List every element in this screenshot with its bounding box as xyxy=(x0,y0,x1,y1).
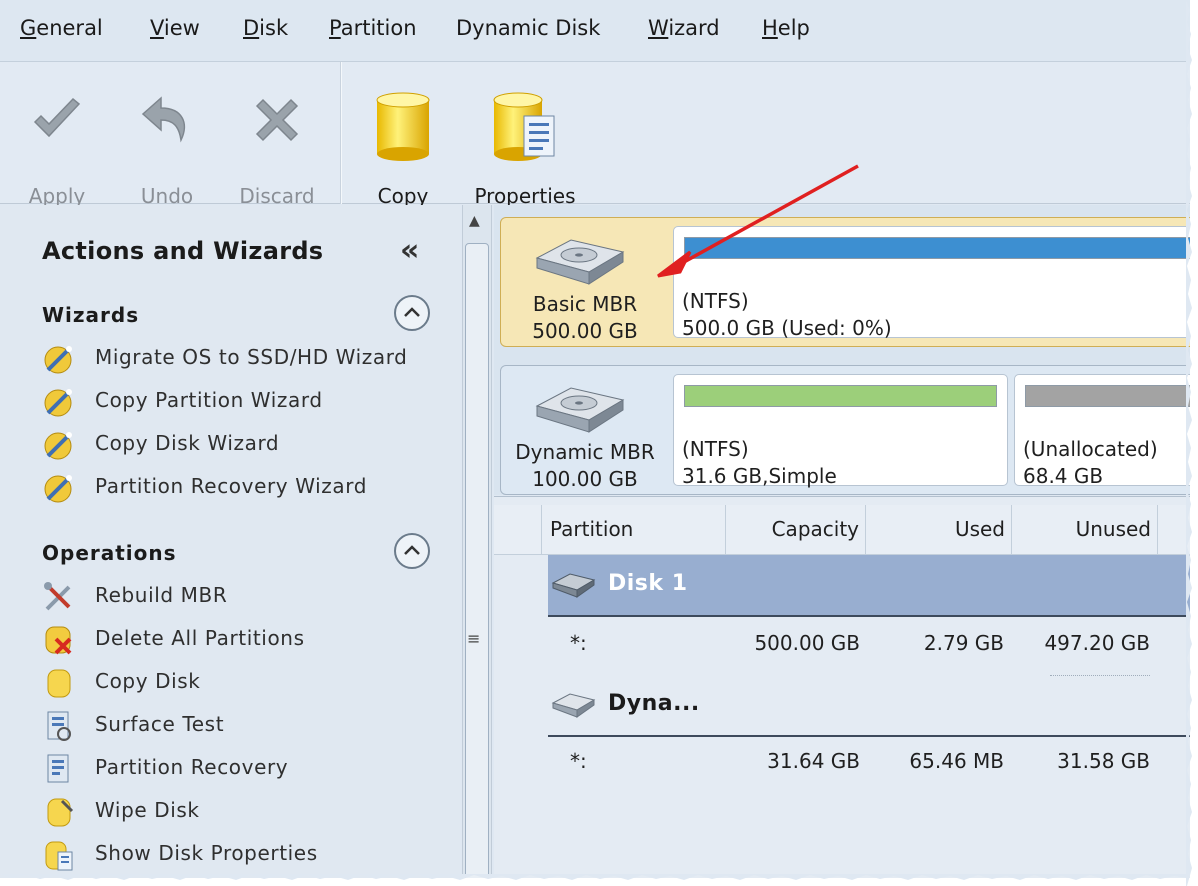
operation-wipe-disk[interactable]: Wipe Disk xyxy=(42,795,442,829)
menu-view[interactable]: View xyxy=(150,16,200,40)
menu-wizard[interactable]: Wizard xyxy=(648,16,720,40)
operation-copy-disk[interactable]: Copy Disk xyxy=(42,666,442,700)
delete-disk-icon xyxy=(45,626,72,655)
partition-usage-bar xyxy=(684,385,997,407)
wizard-item-copy-partition[interactable]: Copy Partition Wizard xyxy=(42,385,442,419)
partition-usage-fill xyxy=(685,238,1190,258)
hard-disk-icon xyxy=(535,387,625,433)
scroll-grip-icon: ≡ xyxy=(467,629,481,648)
disk-map: Basic MBR 500.00 GB (NTFS) 500.0 GB (Use… xyxy=(494,205,1190,495)
checkmark-icon xyxy=(33,97,81,138)
panel-scrollbar[interactable]: ▲ ≡ xyxy=(462,205,492,878)
table-disk-group[interactable]: Disk 1 xyxy=(548,555,1190,617)
partition-usage-bar xyxy=(684,237,1190,259)
table-header: Partition Capacity Used Unused xyxy=(494,505,1190,555)
partition-usage-fill xyxy=(685,386,996,406)
apply-button[interactable]: Apply xyxy=(2,84,112,208)
menu-help[interactable]: Help xyxy=(762,16,810,40)
toolbar: Apply Undo Discard Copy Properties xyxy=(0,62,1190,208)
discard-x-icon xyxy=(255,98,299,142)
wizard-item-migrate-os[interactable]: Migrate OS to SSD/HD Wizard xyxy=(42,342,442,376)
wizard-wand-icon xyxy=(44,346,72,374)
table-row[interactable]: *: 500.00 GB 2.79 GB 497.20 GB xyxy=(494,619,1190,669)
disk-row-basic-mbr[interactable]: Basic MBR 500.00 GB (NTFS) 500.0 GB (Use… xyxy=(500,217,1190,347)
properties-button[interactable]: Properties xyxy=(470,84,580,208)
column-header-used[interactable]: Used xyxy=(866,505,1012,555)
column-header-capacity[interactable]: Capacity xyxy=(726,505,866,555)
partition-block[interactable]: (NTFS) 31.6 GB,Simple xyxy=(673,374,1008,488)
table-row[interactable]: *: 31.64 GB 65.46 MB 31.58 GB xyxy=(494,737,1190,787)
partition-block[interactable]: (NTFS) 500.0 GB (Used: 0%) xyxy=(673,226,1190,340)
operation-surface-test[interactable]: Surface Test xyxy=(42,709,442,743)
partition-table: Partition Capacity Used Unused Disk 1 *:… xyxy=(494,496,1190,878)
copy-button[interactable]: Copy xyxy=(348,84,458,208)
partition-recovery-icon xyxy=(47,754,69,783)
undo-arrow-icon xyxy=(141,96,186,143)
discard-button[interactable]: Discard xyxy=(222,84,332,208)
collapse-panel-button[interactable]: « xyxy=(400,233,419,268)
operations-collapse-toggle[interactable] xyxy=(394,533,430,569)
partition-usage-bar xyxy=(1025,385,1190,407)
chevron-up-icon xyxy=(404,545,420,555)
menu-dynamic-disk[interactable]: Dynamic Disk xyxy=(456,16,600,40)
wizard-wand-icon xyxy=(44,432,72,460)
hard-disk-icon xyxy=(551,693,596,718)
surface-test-icon xyxy=(47,711,71,741)
disk-copy-icon xyxy=(376,92,430,161)
hard-disk-icon xyxy=(535,239,625,285)
operation-partition-recovery[interactable]: Partition Recovery xyxy=(42,752,442,786)
disk-header[interactable]: Dynamic MBR 100.00 GB xyxy=(501,366,669,494)
torn-edge-right xyxy=(1186,0,1192,886)
wizard-item-partition-recovery[interactable]: Partition Recovery Wizard xyxy=(42,471,442,505)
wizard-wand-icon xyxy=(44,475,72,503)
disk-properties-icon xyxy=(45,841,73,871)
app-window: General View Disk Partition Dynamic Disk… xyxy=(0,0,1190,878)
torn-edge-bottom xyxy=(0,874,1188,880)
operation-rebuild-mbr[interactable]: Rebuild MBR xyxy=(42,580,442,614)
tools-icon xyxy=(44,582,71,611)
table-disk-group[interactable]: Dyna... xyxy=(548,675,1190,737)
operation-show-disk-properties[interactable]: Show Disk Properties xyxy=(42,838,442,872)
wizard-wand-icon xyxy=(44,389,72,417)
column-header-partition[interactable]: Partition xyxy=(542,505,726,555)
menu-disk[interactable]: Disk xyxy=(243,16,288,40)
toolbar-separator xyxy=(340,62,342,204)
wizards-heading: Wizards xyxy=(42,303,140,327)
operation-delete-all-partitions[interactable]: Delete All Partitions xyxy=(42,623,442,657)
scroll-up-arrow-icon[interactable]: ▲ xyxy=(469,213,480,229)
undo-button[interactable]: Undo xyxy=(112,84,222,208)
wizard-item-copy-disk[interactable]: Copy Disk Wizard xyxy=(42,428,442,462)
unallocated-block[interactable]: (Unallocated) 68.4 GB xyxy=(1014,374,1190,488)
panel-title: Actions and Wizards xyxy=(42,237,324,265)
wizards-collapse-toggle[interactable] xyxy=(394,295,430,331)
scrollbar-thumb[interactable] xyxy=(465,243,489,878)
chevron-up-icon xyxy=(404,307,420,317)
operations-heading: Operations xyxy=(42,541,177,565)
menu-general[interactable]: General xyxy=(20,16,103,40)
wipe-disk-icon xyxy=(47,798,74,827)
column-header-spacer xyxy=(494,505,542,555)
actions-panel: Actions and Wizards « Wizards Migrate OS… xyxy=(0,205,460,878)
disk-properties-icon xyxy=(493,92,555,161)
disk-row-dynamic-mbr[interactable]: Dynamic MBR 100.00 GB (NTFS) 31.6 GB,Sim… xyxy=(500,365,1190,495)
menubar: General View Disk Partition Dynamic Disk… xyxy=(0,0,1190,62)
menu-partition[interactable]: Partition xyxy=(329,16,417,40)
partition-usage-fill xyxy=(1026,386,1190,406)
disk-copy-icon xyxy=(47,669,71,698)
hard-disk-icon xyxy=(551,573,596,598)
disk-header[interactable]: Basic MBR 500.00 GB xyxy=(501,218,669,346)
column-header-unused[interactable]: Unused xyxy=(1012,505,1158,555)
